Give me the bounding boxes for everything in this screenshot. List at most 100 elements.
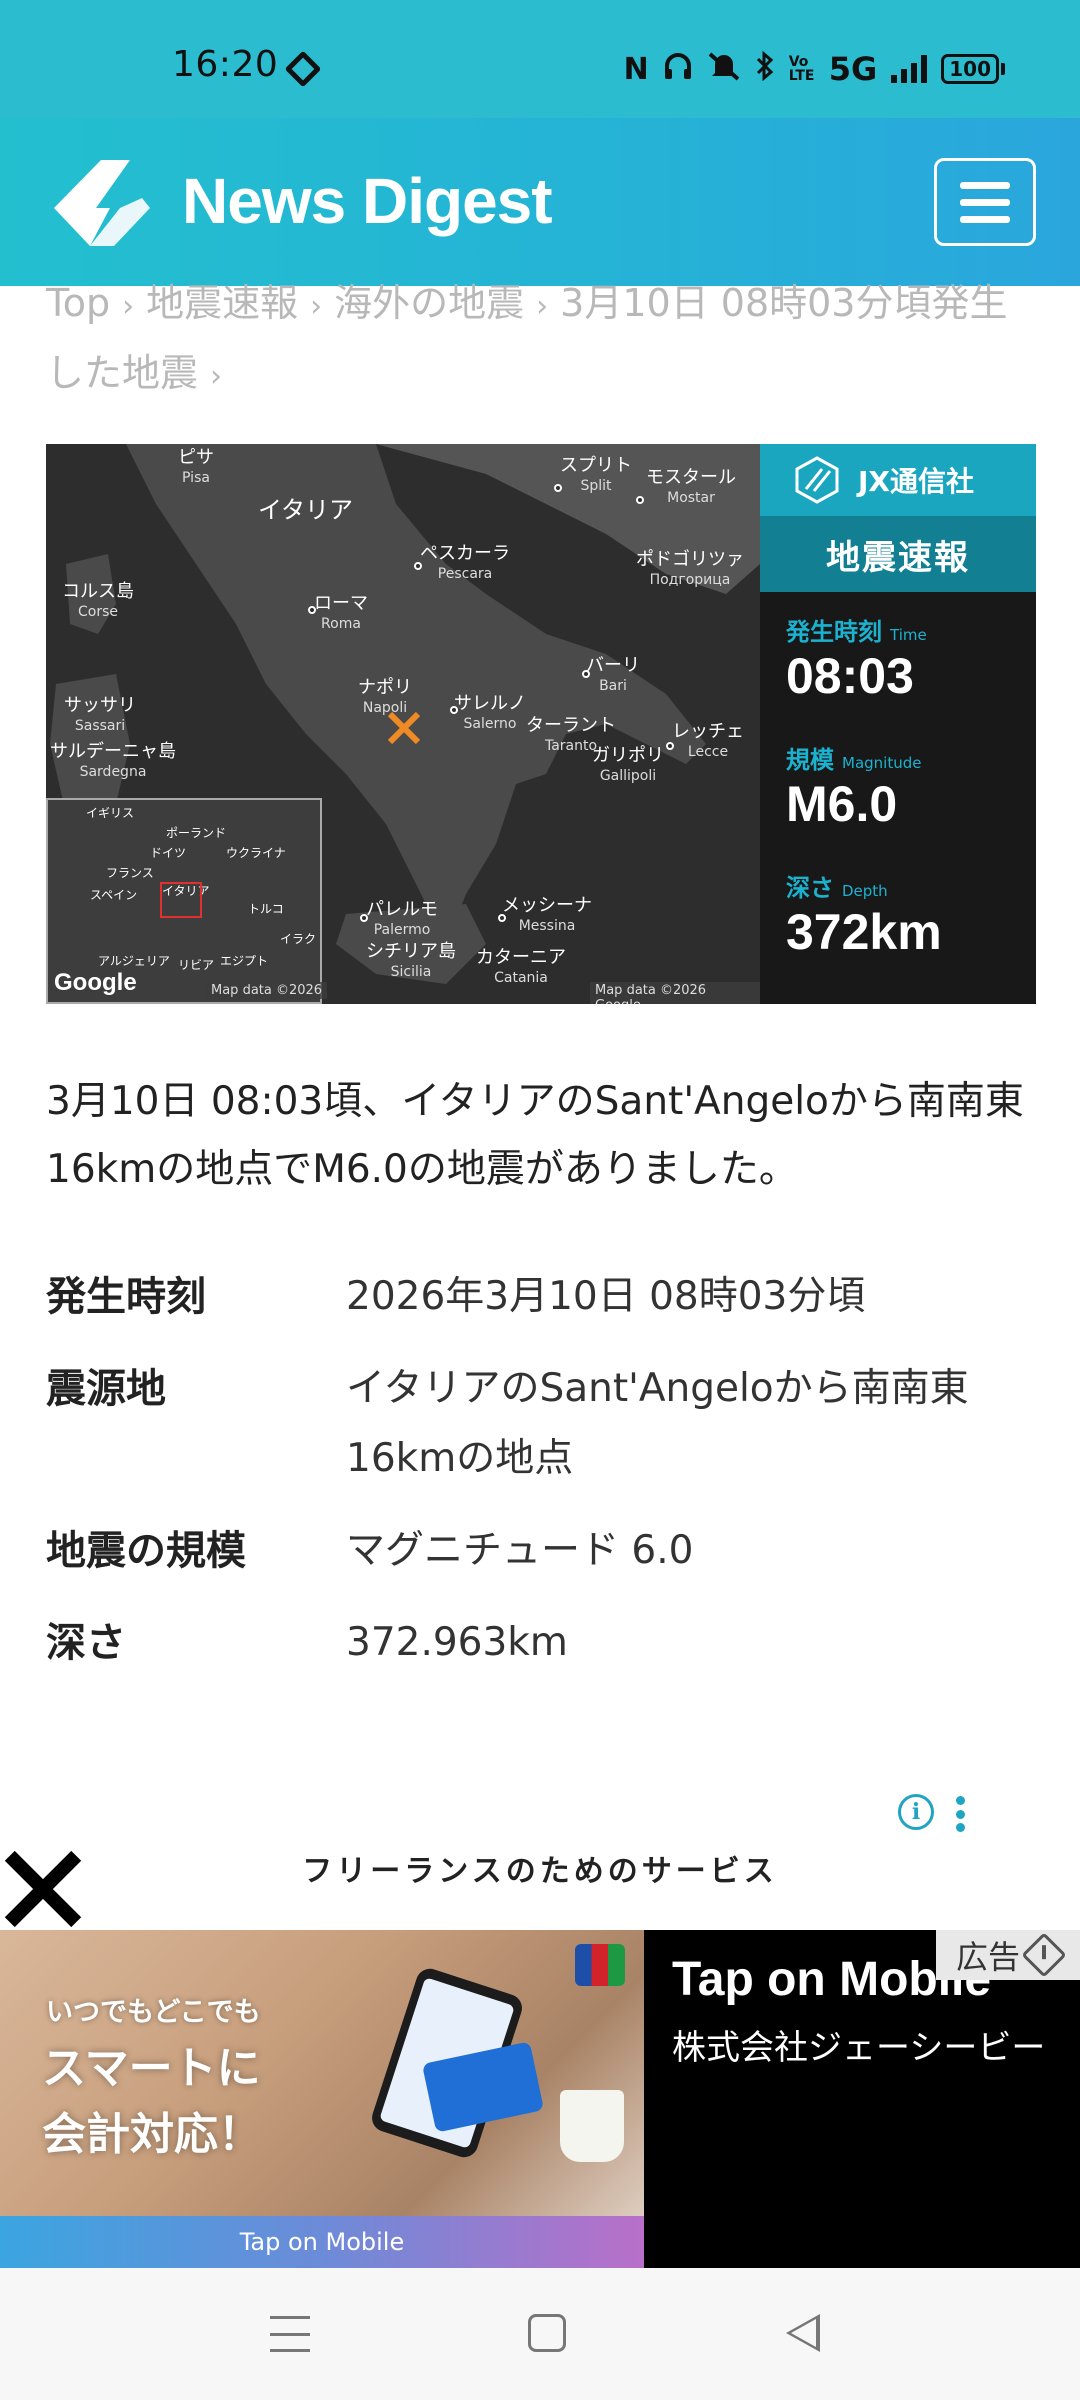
depth-value: 372km <box>786 904 942 960</box>
site-logo-text[interactable]: News Digest <box>182 164 553 238</box>
inset-label-ukraine: ウクライナ <box>226 846 286 860</box>
map-label-messina: メッシーナ Messina <box>502 895 592 935</box>
inset-label-spain: スペイン <box>90 888 138 902</box>
time-label-en: Time <box>890 626 927 644</box>
map-label-sardegna: サルデーニャ島 Sardegna <box>50 741 176 781</box>
city-dot <box>414 562 422 570</box>
city-dot <box>582 670 590 678</box>
info-row-time: 発生時刻 2026年3月10日 08時03分頃 <box>46 1262 1036 1332</box>
info-row-depth: 深さ 372.963km <box>46 1608 1036 1678</box>
recent-apps-icon[interactable] <box>270 2316 310 2352</box>
map-label-gallipoli: ガリポリ Gallipoli <box>592 745 664 785</box>
breadcrumb-item-quake-alert[interactable]: 地震速報 <box>146 281 298 325</box>
status-bar: 16:20 N Vo LTE 5G 100 <box>0 0 1080 118</box>
app-header: News Digest <box>0 118 1080 286</box>
quake-info-panel: JX通信社 地震速報 発生時刻 Time 08:03 規模 Magnitude M6… <box>760 444 1036 1004</box>
depth-label-en: Depth <box>842 882 888 900</box>
notification-diamond-icon <box>284 50 322 88</box>
jx-logo-icon <box>795 456 839 504</box>
signal-icon <box>891 55 928 83</box>
map-label-lecce: レッチェ Lecce <box>672 721 744 761</box>
map-label-split: スプリト Split <box>560 455 632 495</box>
map-label-podgorica: ポドゴリツァ Подгорица <box>636 549 744 589</box>
map-credit-inset: Map data ©2026 <box>206 982 328 999</box>
breadcrumb-separator: › <box>310 289 323 324</box>
adchoices-icon <box>1021 1932 1067 1978</box>
magnitude-label-en: Magnitude <box>842 754 922 772</box>
home-icon[interactable] <box>528 2314 566 2352</box>
ad-small-text: いつでもどこでも <box>46 1997 261 2028</box>
map-label-roma: ローマ Roma <box>314 593 368 633</box>
jcb-logo-icon <box>575 1944 625 1986</box>
inset-label-turkey: トルコ <box>248 902 284 916</box>
info-value: マグニチュード 6.0 <box>346 1528 694 1573</box>
inset-label-libya: リビア <box>178 958 215 972</box>
inset-highlight-region <box>160 882 202 918</box>
status-time: 16:20 <box>172 44 279 85</box>
mute-icon <box>707 51 741 88</box>
map-label-palermo: パレルモ Palermo <box>366 899 438 939</box>
info-row-epicenter: 震源地 イタリアのSant'Angeloから南南東16kmの地点 <box>46 1354 1036 1494</box>
magnitude-label: 規模 <box>786 746 834 774</box>
ad-company[interactable]: 株式会社ジェーシービー <box>672 2022 1062 2074</box>
panel-title: 地震速報 <box>760 516 1036 592</box>
info-row-magnitude: 地震の規模 マグニチュード 6.0 <box>46 1516 1036 1586</box>
map-label-bari: バーリ Bari <box>586 655 640 695</box>
status-icons: N Vo LTE 5G 100 <box>624 50 1005 88</box>
info-value: イタリアのSant'Angeloから南南東16kmの地点 <box>346 1366 969 1481</box>
back-icon[interactable] <box>786 2314 820 2352</box>
ad-image[interactable]: いつでもどこでも スマートに 会計対応！ Tap on Mobile <box>0 1930 644 2268</box>
inset-label-algeria: アルジェリア <box>98 954 170 968</box>
info-key: 深さ <box>46 1620 126 1666</box>
epicenter-marker-icon <box>387 711 421 745</box>
breadcrumb-item-overseas[interactable]: 海外の地震 <box>334 281 524 325</box>
inset-label-poland: ポーランド <box>166 826 227 840</box>
ad-close-icon[interactable] <box>0 1846 86 1932</box>
city-dot <box>360 914 368 922</box>
map-label-mostar: モスタール Mostar <box>646 467 736 507</box>
ad-options-icon[interactable] <box>956 1796 966 1832</box>
inset-label-egypt: エジプト <box>220 954 269 968</box>
panel-depth: 深さ Depth 372km <box>786 868 942 961</box>
panel-brand-name: JX通信社 <box>858 465 975 498</box>
city-dot <box>636 496 644 504</box>
ad-badge[interactable]: 広告 <box>936 1930 1080 1980</box>
city-dot <box>666 742 674 750</box>
ad-badge-label: 広告 <box>955 1938 1020 1976</box>
bluetooth-icon <box>755 50 775 88</box>
map-label-pisa: ピサ Pisa <box>178 447 214 487</box>
info-value: 372.963km <box>346 1620 568 1665</box>
info-key: 地震の規模 <box>46 1528 246 1574</box>
ad-banner[interactable]: いつでもどこでも スマートに 会計対応！ Tap on Mobile Tap o… <box>0 1930 1080 2268</box>
ad-tagline[interactable]: フリーランスのためのサービス <box>0 1846 1080 1890</box>
panel-time: 発生時刻 Time 08:03 <box>786 612 927 705</box>
magnitude-value: M6.0 <box>786 776 898 832</box>
breadcrumb-item-top[interactable]: Top <box>46 281 110 325</box>
map-label-italy: イタリア <box>258 496 354 524</box>
hamburger-menu-button[interactable] <box>934 158 1036 246</box>
time-label: 発生時刻 <box>786 618 882 646</box>
map-label-sassari: サッサリ Sassari <box>64 695 136 735</box>
earthquake-map-card: ピサ Pisa イタリア スプリト Split モスタール Mostar ペスカーラ P… <box>46 444 1036 1004</box>
ad-info-icon[interactable]: i <box>898 1794 934 1830</box>
inset-label-france: フランス <box>106 866 154 880</box>
breadcrumb-separator: › <box>536 289 549 324</box>
earthquake-map: ピサ Pisa イタリア スプリト Split モスタール Mostar ペスカーラ P… <box>46 444 760 1004</box>
volte-icon: Vo LTE <box>788 54 815 84</box>
battery-level: 100 <box>941 54 999 84</box>
map-label-catania: カターニア Catania <box>476 947 566 987</box>
depth-label: 深さ <box>786 874 834 902</box>
city-dot <box>554 484 562 492</box>
headphones-icon <box>663 51 693 88</box>
article-summary: 3月10日 08:03頃、イタリアのSant'Angeloから南南東16kmの地… <box>46 1079 1024 1192</box>
nfc-icon: N <box>623 51 649 87</box>
ad-strip: Tap on Mobile <box>0 2216 644 2268</box>
battery-icon: 100 <box>941 54 1005 84</box>
system-nav-bar <box>0 2268 1080 2400</box>
google-logo: Google <box>54 969 137 996</box>
breadcrumb: Top › 地震速報 › 海外の地震 › 3月10日 08時03分頃発生した地震 › <box>46 270 1036 410</box>
network-type: 5G <box>828 50 878 88</box>
news-digest-logo-icon[interactable] <box>46 156 156 250</box>
info-value: 2026年3月10日 08時03分頃 <box>346 1274 866 1319</box>
info-key: 震源地 <box>46 1366 166 1412</box>
